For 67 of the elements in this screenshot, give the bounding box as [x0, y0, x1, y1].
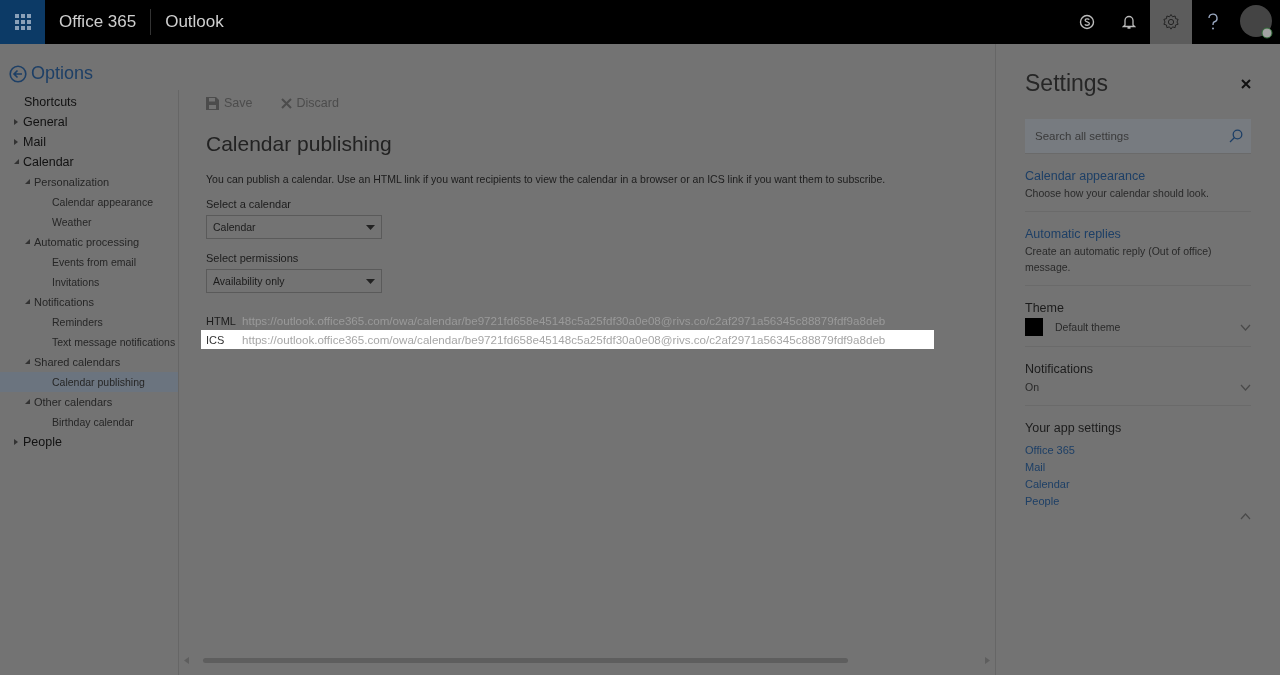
waffle-icon	[14, 14, 31, 30]
settings-link[interactable]: Automatic replies	[1025, 227, 1251, 241]
page-description: You can publish a calendar. Use an HTML link if you want recipients to view the calendar in a browser or an ICS link if you want them to subscribe.	[206, 173, 887, 185]
page-title: Calendar publishing	[206, 132, 393, 156]
nav-item[interactable]: Events from email	[0, 252, 178, 272]
nav-item[interactable]: Calendar appearance	[0, 192, 178, 212]
link-label: HTML	[206, 314, 237, 327]
dropdown-value[interactable]: On	[1025, 379, 1039, 395]
nav-item[interactable]: Shortcuts	[0, 92, 178, 112]
expanded-triangle-icon	[25, 239, 30, 245]
theme-value[interactable]: Default theme	[1055, 319, 1121, 335]
field-label: Select permissions	[206, 252, 300, 264]
close-icon	[1241, 78, 1251, 89]
nav-item[interactable]: Notifications	[0, 292, 178, 312]
brand-title[interactable]: Office 365	[45, 12, 151, 32]
collapsed-triangle-icon	[14, 439, 19, 445]
dropdown-caret-icon	[366, 278, 375, 284]
nav-item[interactable]: Personalization	[0, 172, 178, 192]
nav-item[interactable]: Calendar	[0, 152, 178, 172]
collapsed-triangle-icon	[14, 119, 19, 125]
section-title: Your app settings	[1025, 421, 1123, 435]
section-title: Notifications	[1025, 362, 1095, 376]
dropdown-caret-icon	[366, 224, 375, 230]
expanded-triangle-icon	[14, 159, 19, 165]
settings-link[interactable]: Calendar appearance	[1025, 169, 1251, 183]
chevron-down-icon[interactable]	[1240, 323, 1251, 331]
settings-description: Choose how your calendar should look.	[1025, 186, 1210, 201]
close-icon	[280, 97, 292, 109]
nav-item[interactable]: Calendar publishing	[0, 372, 178, 392]
app-launcher-button[interactable]	[0, 0, 45, 44]
dropdown-field[interactable]: Availability only	[206, 269, 382, 293]
options-back-link[interactable]: Options	[9, 63, 94, 84]
settings-description: Create an automatic reply (Out of office) message.	[1025, 244, 1213, 275]
expanded-triangle-icon	[25, 179, 30, 185]
nav-item[interactable]: Shared calendars	[0, 352, 178, 372]
nav-item[interactable]: Weather	[0, 212, 178, 232]
app-settings-link[interactable]: Calendar	[1025, 478, 1251, 490]
settings-search-field[interactable]: Search all settings	[1025, 119, 1251, 153]
nav-item[interactable]: People	[0, 432, 178, 452]
search-icon[interactable]	[1229, 129, 1243, 143]
nav-item[interactable]: Other calendars	[0, 392, 178, 412]
chevron-up-icon[interactable]	[1240, 513, 1251, 520]
nav-item[interactable]: Birthday calendar	[0, 412, 178, 432]
field-label: Select a calendar	[206, 198, 292, 210]
app-settings-link[interactable]: People	[1025, 495, 1251, 507]
nav-item[interactable]: Invitations	[0, 272, 178, 292]
nav-item[interactable]: Automatic processing	[0, 232, 178, 252]
dropdown-field[interactable]: Calendar	[206, 215, 382, 239]
expanded-triangle-icon	[25, 399, 30, 405]
settings-title: Settings	[1025, 70, 1109, 97]
chevron-down-icon[interactable]	[1240, 383, 1251, 391]
expanded-triangle-icon	[25, 359, 30, 365]
calendar-url[interactable]: https://outlook.office365.com/owa/calendar/be9721fd658e45148c5a25fdf30a0e08@rivs.co/c2af2971a56345c88879fdf9a8deb	[242, 333, 886, 346]
nav-item[interactable]: General	[0, 112, 178, 132]
settings-icon[interactable]	[1150, 0, 1192, 44]
nav-item[interactable]: Mail	[0, 132, 178, 152]
app-title[interactable]: Outlook	[151, 12, 238, 32]
app-settings-link[interactable]: Office 365	[1025, 444, 1251, 456]
expanded-triangle-icon	[25, 299, 30, 305]
app-settings-link[interactable]: Mail	[1025, 461, 1251, 473]
nav-item[interactable]: Reminders	[0, 312, 178, 332]
save-icon	[206, 96, 219, 110]
close-button[interactable]	[1241, 78, 1251, 89]
link-label: ICS	[206, 333, 226, 346]
nav-item[interactable]: Text message notifications	[0, 332, 178, 352]
collapsed-triangle-icon	[14, 139, 19, 145]
section-title: Theme	[1025, 301, 1065, 315]
